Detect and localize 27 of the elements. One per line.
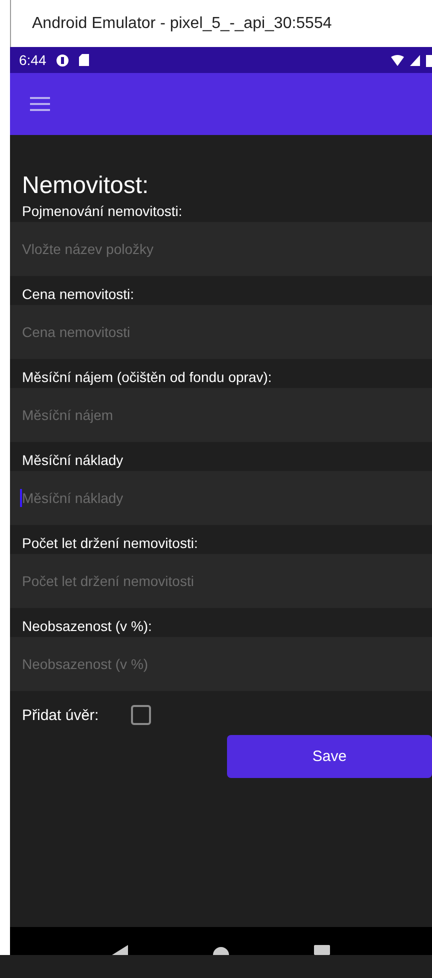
field-label: Cena nemovitosti: [22, 286, 134, 302]
field-label: Pojmenování nemovitosti: [22, 202, 182, 218]
field-label: Měsíční náklady [22, 452, 124, 468]
home-icon [212, 945, 229, 955]
sd-card-icon [79, 54, 90, 66]
input-field[interactable]: Vložte název položky [10, 222, 432, 276]
loan-checkbox[interactable] [130, 705, 151, 725]
input-field[interactable]: Neobsazenost (v %) [10, 637, 432, 691]
field-label: Neobsazenost (v %): [22, 618, 152, 634]
input-field[interactable]: Měsíční náklady [10, 471, 432, 525]
field-label: Počet let držení nemovitosti: [22, 534, 198, 550]
menu-icon [30, 97, 50, 111]
battery-icon [426, 54, 432, 66]
notification-icon [56, 54, 70, 66]
window-title: Android Emulator - pixel_5_-_api_30:5554 [32, 14, 332, 32]
input-field[interactable]: Počet let držení nemovitosti [10, 554, 432, 608]
recents-icon [314, 945, 330, 955]
page-title: Nemovitost: [22, 171, 150, 201]
loan-label: Přidat úvěr: [22, 706, 99, 724]
menu-button[interactable] [30, 97, 50, 111]
input-field[interactable]: Měsíční nájem [10, 388, 432, 442]
signal-icon [410, 54, 420, 66]
wifi-icon [391, 54, 404, 66]
field-label: Měsíční nájem (očištěn od fondu oprav): [22, 368, 272, 384]
input-field[interactable]: Cena nemovitosti [10, 305, 432, 359]
save-button[interactable]: Save [227, 735, 432, 778]
status-time: 6:44 [19, 52, 46, 68]
